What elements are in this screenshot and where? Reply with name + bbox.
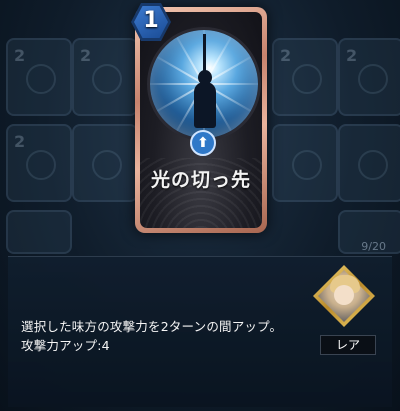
rarity-label: レア <box>320 335 376 355</box>
background-card: 2 <box>6 124 72 202</box>
card-name: 光の切っ先 <box>150 169 251 191</box>
description-line-2: 攻撃力アップ:4 <box>21 338 110 353</box>
background-card <box>338 124 400 202</box>
skill-card[interactable]: ⬆ 光の切っ先 1 <box>131 3 267 233</box>
background-card: 2 <box>272 38 338 116</box>
background-card <box>6 210 72 254</box>
card-body: ⬆ 光の切っ先 <box>140 12 262 228</box>
background-card-emblem <box>292 64 322 94</box>
background-card-cost: 2 <box>80 46 92 65</box>
card-art <box>147 27 261 141</box>
background-card-cost: 2 <box>280 46 292 65</box>
background-card-emblem <box>292 150 322 180</box>
background-card-emblem <box>358 64 388 94</box>
background-card-emblem <box>92 150 122 180</box>
background-card: 2 <box>6 38 72 116</box>
background-card-emblem <box>26 64 56 94</box>
background-card <box>72 124 138 202</box>
background-card: 2 <box>72 38 138 116</box>
up-arrow-icon: ⬆ <box>190 130 216 156</box>
background-card-cost: 2 <box>14 46 26 65</box>
description-line-1: 選択した味方の攻撃力を2ターンの間アップ。 <box>21 319 283 334</box>
background-card-cost: 2 <box>14 132 26 151</box>
background-card <box>272 124 338 202</box>
background-card-emblem <box>26 150 56 180</box>
background-card-emblem <box>358 150 388 180</box>
portrait-face <box>334 285 354 305</box>
cost-value: 1 <box>143 8 159 33</box>
background-card-emblem <box>92 64 122 94</box>
card-description: 選択した味方の攻撃力を2ターンの間アップ。 攻撃力アップ:4 <box>21 317 311 355</box>
background-card-cost: 2 <box>346 46 358 65</box>
deck-counter: 9/20 <box>361 240 386 253</box>
figure-silhouette <box>194 82 216 128</box>
background-card: 2 <box>338 38 400 116</box>
